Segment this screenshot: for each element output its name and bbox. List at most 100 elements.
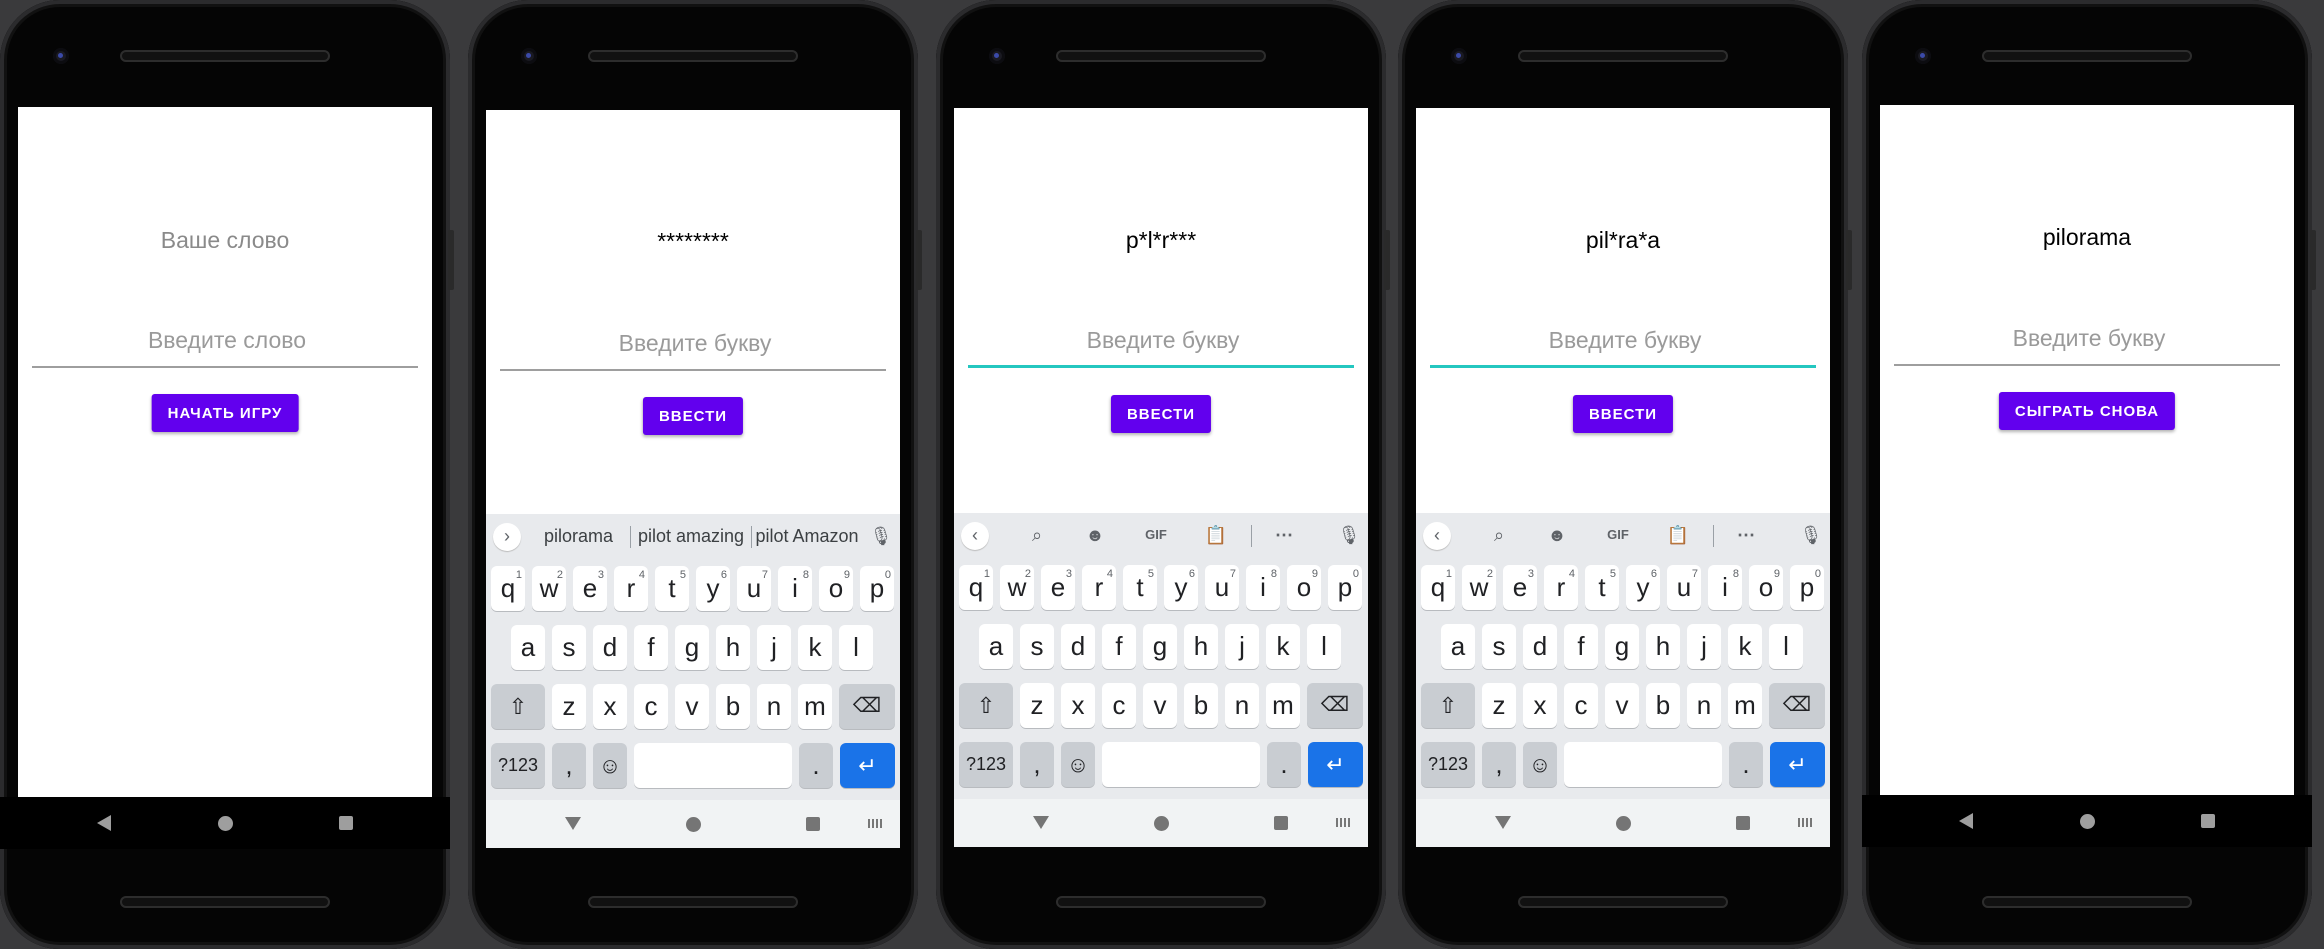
key-z[interactable]: z	[552, 684, 586, 729]
key-z[interactable]: z	[1482, 683, 1516, 728]
chevron-right-icon[interactable]: ›	[493, 523, 521, 551]
clipboard-icon[interactable]: 📋	[1663, 513, 1693, 557]
shift-key[interactable]: ⇧	[959, 683, 1013, 728]
key-j[interactable]: j	[1225, 624, 1259, 669]
shift-key[interactable]: ⇧	[491, 684, 545, 729]
play-again-button[interactable]: СЫГРАТЬ СНОВА	[1998, 392, 2176, 430]
key-w[interactable]: w2	[1000, 565, 1034, 610]
key-s[interactable]: s	[1020, 624, 1054, 669]
gif-icon[interactable]: GIF	[1138, 513, 1174, 557]
key-m[interactable]: m	[798, 684, 832, 729]
space-key[interactable]	[1102, 742, 1260, 787]
recents-icon[interactable]	[1736, 816, 1750, 830]
key-d[interactable]: d	[1523, 624, 1557, 669]
key-w[interactable]: w2	[532, 566, 566, 611]
key-o[interactable]: o9	[1749, 565, 1783, 610]
key-y[interactable]: y6	[1626, 565, 1660, 610]
symbols-key[interactable]: ?123	[959, 742, 1013, 787]
letter-input-field[interactable]	[500, 313, 890, 373]
chevron-left-icon[interactable]: ‹	[1423, 522, 1451, 550]
keyboard-switch-icon[interactable]	[1798, 818, 1814, 827]
key-j[interactable]: j	[1687, 624, 1721, 669]
enter-button[interactable]: ВВЕСТИ	[1572, 395, 1674, 433]
key-g[interactable]: g	[1605, 624, 1639, 669]
key-h[interactable]: h	[1184, 624, 1218, 669]
chevron-left-icon[interactable]: ‹	[961, 522, 989, 550]
comma-key[interactable]: ,	[1482, 742, 1516, 787]
recents-icon[interactable]	[2201, 814, 2215, 828]
comma-key[interactable]: ,	[1020, 742, 1054, 787]
comma-key[interactable]: ,	[552, 743, 586, 788]
key-n[interactable]: n	[757, 684, 791, 729]
key-x[interactable]: x	[1523, 683, 1557, 728]
letter-input-field[interactable]	[968, 310, 1358, 370]
keyboard-switch-icon[interactable]	[868, 819, 884, 828]
key-n[interactable]: n	[1687, 683, 1721, 728]
home-icon[interactable]	[218, 816, 233, 831]
back-icon[interactable]	[97, 815, 111, 831]
recents-icon[interactable]	[1274, 816, 1288, 830]
key-v[interactable]: v	[1605, 683, 1639, 728]
word-input[interactable]	[32, 310, 422, 370]
backspace-key[interactable]: ⌫	[1769, 683, 1825, 728]
microphone-icon[interactable]: 🎙	[866, 514, 896, 558]
key-v[interactable]: v	[1143, 683, 1177, 728]
key-a[interactable]: a	[1441, 624, 1475, 669]
key-x[interactable]: x	[1061, 683, 1095, 728]
symbols-key[interactable]: ?123	[491, 743, 545, 788]
shift-key[interactable]: ⇧	[1421, 683, 1475, 728]
key-p[interactable]: p0	[860, 566, 894, 611]
hide-keyboard-icon[interactable]	[565, 817, 581, 830]
key-d[interactable]: d	[593, 625, 627, 670]
key-d[interactable]: d	[1061, 624, 1095, 669]
enter-button[interactable]: ВВЕСТИ	[642, 397, 744, 435]
key-u[interactable]: u7	[1205, 565, 1239, 610]
period-key[interactable]: .	[1267, 742, 1301, 787]
key-n[interactable]: n	[1225, 683, 1259, 728]
enter-key[interactable]: ↵	[1308, 742, 1363, 787]
key-l[interactable]: l	[1769, 624, 1803, 669]
key-q[interactable]: q1	[959, 565, 993, 610]
start-game-button[interactable]: НАЧАТЬ ИГРУ	[151, 394, 299, 432]
space-key[interactable]	[634, 743, 792, 788]
key-a[interactable]: a	[979, 624, 1013, 669]
key-f[interactable]: f	[1564, 624, 1598, 669]
key-h[interactable]: h	[1646, 624, 1680, 669]
keyboard-switch-icon[interactable]	[1336, 818, 1352, 827]
key-t[interactable]: t5	[1123, 565, 1157, 610]
key-b[interactable]: b	[1184, 683, 1218, 728]
key-t[interactable]: t5	[1585, 565, 1619, 610]
key-a[interactable]: a	[511, 625, 545, 670]
key-p[interactable]: p0	[1790, 565, 1824, 610]
key-p[interactable]: p0	[1328, 565, 1362, 610]
search-icon[interactable]: ⌕	[1484, 513, 1514, 557]
key-r[interactable]: r4	[1082, 565, 1116, 610]
emoji-key[interactable]: ☺	[1523, 742, 1557, 787]
key-i[interactable]: i8	[778, 566, 812, 611]
key-q[interactable]: q1	[1421, 565, 1455, 610]
key-q[interactable]: q1	[491, 566, 525, 611]
key-f[interactable]: f	[1102, 624, 1136, 669]
period-key[interactable]: .	[1729, 742, 1763, 787]
key-c[interactable]: c	[1102, 683, 1136, 728]
backspace-key[interactable]: ⌫	[839, 684, 895, 729]
hide-keyboard-icon[interactable]	[1033, 816, 1049, 829]
key-g[interactable]: g	[1143, 624, 1177, 669]
key-r[interactable]: r4	[1544, 565, 1578, 610]
key-b[interactable]: b	[1646, 683, 1680, 728]
key-m[interactable]: m	[1728, 683, 1762, 728]
period-key[interactable]: .	[799, 743, 833, 788]
key-b[interactable]: b	[716, 684, 750, 729]
symbols-key[interactable]: ?123	[1421, 742, 1475, 787]
key-y[interactable]: y6	[1164, 565, 1198, 610]
letter-input-field[interactable]	[1894, 308, 2284, 368]
key-i[interactable]: i8	[1708, 565, 1742, 610]
key-o[interactable]: o9	[1287, 565, 1321, 610]
enter-button[interactable]: ВВЕСТИ	[1110, 395, 1212, 433]
key-k[interactable]: k	[1728, 624, 1762, 669]
back-icon[interactable]	[1959, 813, 1973, 829]
microphone-icon[interactable]: 🎙	[1334, 513, 1364, 557]
backspace-key[interactable]: ⌫	[1307, 683, 1363, 728]
enter-key[interactable]: ↵	[1770, 742, 1825, 787]
key-e[interactable]: e3	[1041, 565, 1075, 610]
